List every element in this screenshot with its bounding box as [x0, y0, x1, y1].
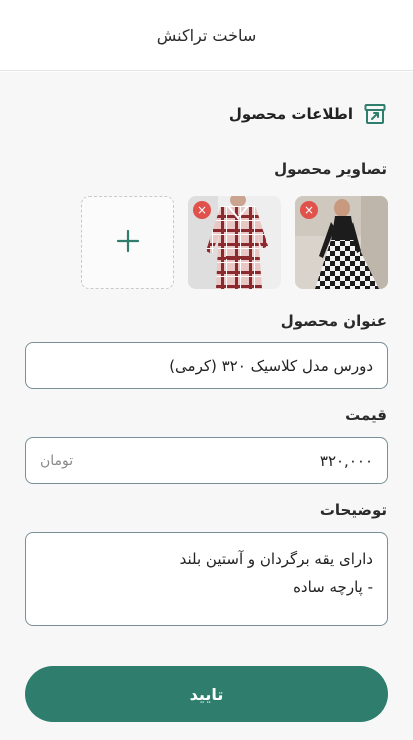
description-line-1: دارای یقه برگردان و آستین بلند — [179, 550, 373, 568]
add-image-button[interactable] — [81, 196, 174, 289]
plus-icon — [115, 228, 141, 258]
section-header: اطلاعات محصول — [229, 102, 387, 126]
images-row: × × — [81, 196, 388, 289]
section-title: اطلاعات محصول — [228, 105, 353, 123]
description-field[interactable]: دارای یقه برگردان و آستین بلند - پارچه س… — [25, 532, 388, 626]
page-title: ساخت تراکنش — [156, 25, 257, 45]
title-field[interactable] — [25, 342, 388, 389]
title-label: عنوان محصول — [280, 312, 387, 330]
description-line-2: - پارچه ساده — [293, 578, 373, 596]
price-field[interactable]: ۳۲۰,۰۰۰ تومان — [25, 437, 388, 484]
submit-button[interactable]: تایید — [25, 666, 388, 722]
price-label: قیمت — [345, 406, 387, 424]
remove-image-1-button[interactable]: × — [300, 201, 318, 219]
images-label: تصاویر محصول — [274, 160, 387, 178]
box-archive-icon — [363, 102, 387, 126]
title-input[interactable] — [40, 356, 373, 375]
app-header: ساخت تراکنش — [0, 0, 413, 71]
remove-image-2-button[interactable]: × — [193, 201, 211, 219]
description-label: توضیحات — [319, 501, 387, 519]
currency-unit: تومان — [40, 452, 74, 469]
product-image-2[interactable]: × — [188, 196, 281, 289]
product-image-1[interactable]: × — [295, 196, 388, 289]
price-value[interactable]: ۳۲۰,۰۰۰ — [320, 452, 373, 470]
product-form: اطلاعات محصول تصاویر محصول × × عنوان محص… — [0, 72, 413, 740]
